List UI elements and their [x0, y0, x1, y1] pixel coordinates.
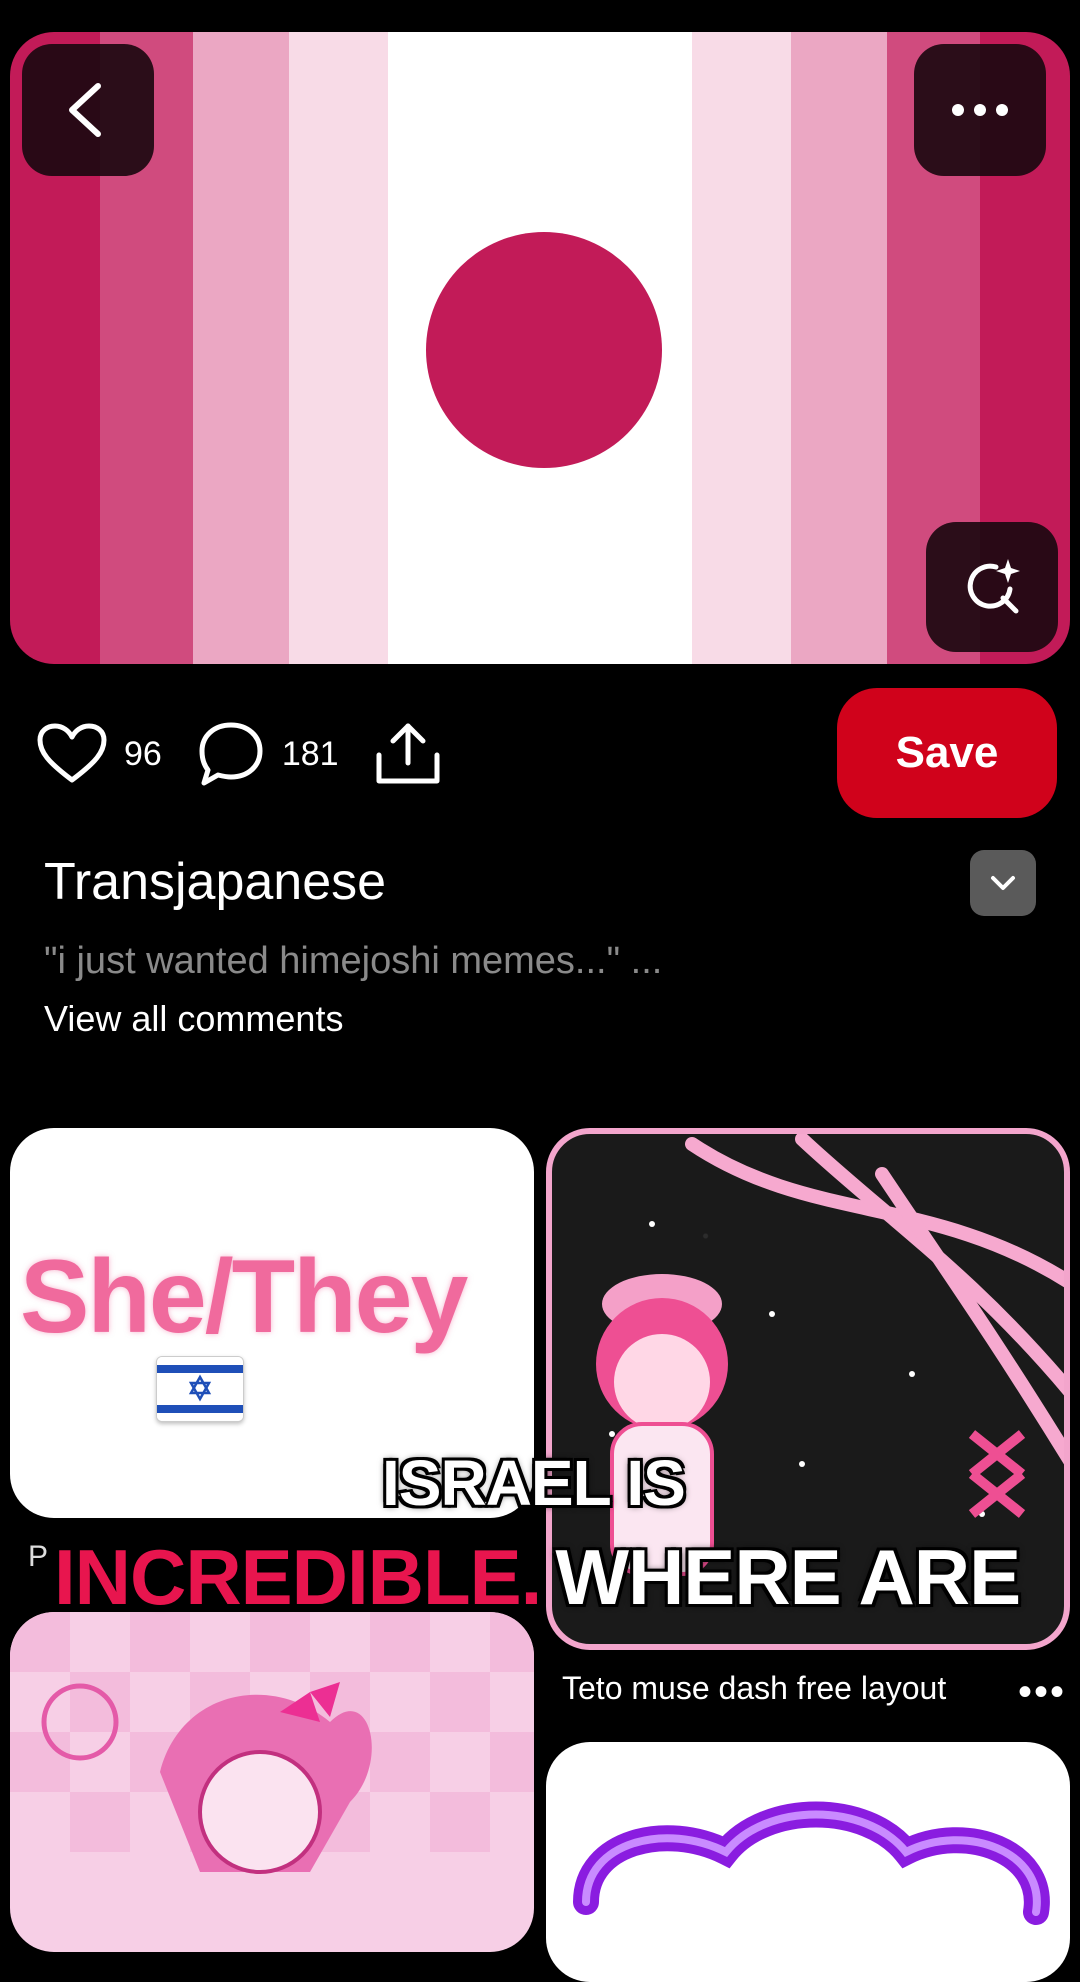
comment-count: 181 — [281, 734, 339, 773]
like-count: 96 — [124, 734, 162, 773]
expand-details-button[interactable] — [970, 850, 1036, 916]
israel-flag-icon — [156, 1356, 244, 1422]
share-icon[interactable] — [373, 721, 443, 787]
pin-image[interactable] — [10, 32, 1070, 664]
visual-search-icon — [967, 559, 1020, 614]
view-all-comments-link[interactable]: View all comments — [44, 998, 343, 1040]
more-horizontal-icon — [952, 104, 1008, 116]
action-row: 96 181 — [36, 720, 443, 788]
pin-artwork — [10, 1612, 534, 1874]
stripe — [692, 32, 791, 664]
subtitle-line-1: ISRAEL IS — [382, 1447, 686, 1519]
subtitle-highlight: INCREDIBLE. — [54, 1533, 542, 1621]
visual-search-button[interactable] — [926, 522, 1058, 652]
stripe — [791, 32, 887, 664]
pin-description: "i just wanted himejoshi memes..." ... — [44, 940, 663, 982]
pin-more-options-button[interactable]: ••• — [1018, 1670, 1066, 1715]
stripe — [193, 32, 289, 664]
pin-caption: Teto muse dash free layout — [562, 1670, 947, 1706]
pin-caption-truncated: P — [28, 1540, 49, 1573]
flag-sun-circle — [426, 232, 662, 468]
pin-title: Transjapanese — [44, 853, 387, 911]
stripe — [289, 32, 388, 664]
comment-icon[interactable] — [196, 720, 266, 788]
subtitle-line-2: INCREDIBLE. WHERE ARE — [54, 1532, 1021, 1623]
pin-artwork — [573, 1801, 1050, 1925]
save-button[interactable]: Save — [837, 688, 1057, 818]
more-options-button[interactable] — [914, 44, 1046, 176]
chevron-down-icon — [991, 876, 1015, 890]
related-pin-character-art[interactable] — [10, 1612, 534, 1952]
pin-artwork-text: She/They — [20, 1239, 468, 1355]
back-button[interactable] — [22, 44, 154, 176]
subtitle-text: WHERE ARE — [555, 1533, 1021, 1621]
heart-icon[interactable] — [36, 722, 108, 786]
related-pin-heart[interactable] — [546, 1742, 1070, 1982]
chevron-left-icon — [69, 83, 101, 137]
